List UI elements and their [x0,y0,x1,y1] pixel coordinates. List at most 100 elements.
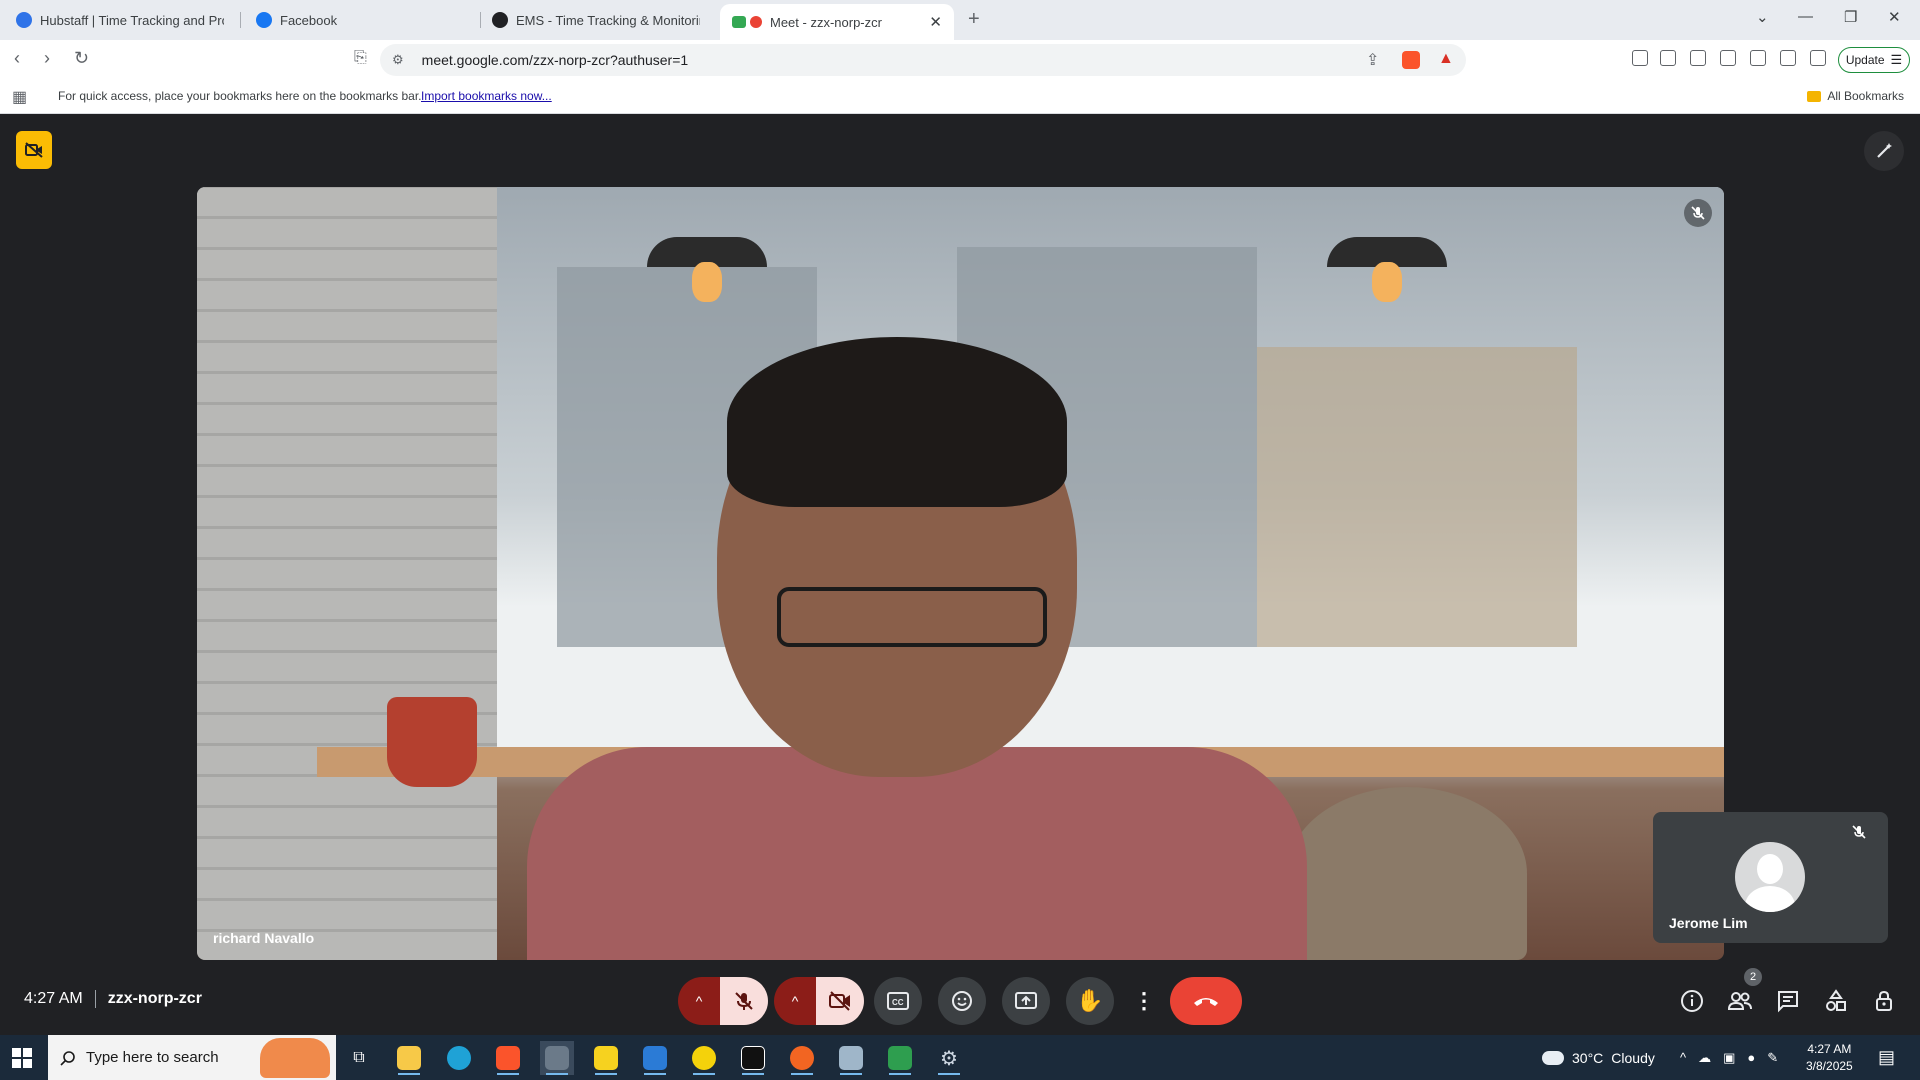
task-view-icon[interactable]: ⧉ [342,1041,376,1075]
video-mug [387,697,477,787]
menu-icon: ☰ [1890,52,1903,67]
hubstaff-app-icon[interactable] [687,1041,721,1075]
tab-hubstaff[interactable]: Hubstaff | Time Tracking and Produ [4,0,236,40]
folder-icon [1807,90,1822,102]
new-tab-button[interactable]: + [968,8,980,31]
show-hidden-icons[interactable]: ^ [1680,1050,1686,1065]
meeting-info-icon[interactable] [1678,987,1706,1015]
weather-temp: 30°C [1572,1049,1604,1066]
close-window-button[interactable]: ✕ [1888,8,1901,26]
weather-desc: Cloudy [1611,1049,1655,1066]
minimize-button[interactable]: — [1798,8,1813,25]
meet-icon [732,16,746,28]
notifications-icon[interactable]: ▤ [1878,1035,1895,1080]
update-label: Update [1845,53,1885,67]
activities-icon[interactable] [1822,987,1850,1015]
bookmark-icon[interactable]: ⎘ [354,49,367,67]
camera-off-badge-icon [25,142,43,158]
wallet-icon[interactable] [1750,50,1766,66]
share-icon[interactable]: ⇪ [1366,50,1379,70]
meeting-time: 4:27 AM [24,990,83,1007]
windows-start-icon[interactable] [12,1048,32,1068]
tab-meet[interactable]: Meet - zzx-norp-zcr ✕ [720,4,954,40]
tab-divider [240,12,241,28]
reactions-button[interactable] [938,977,986,1025]
vscode-icon[interactable] [638,1041,672,1075]
apps-grid-icon[interactable]: ▦ [12,87,27,107]
pen-icon[interactable]: ✎ [1767,1050,1778,1066]
taskbar-search-box[interactable]: Type here to search [48,1035,336,1080]
video-person-body [527,747,1307,960]
raise-hand-button[interactable]: ✋ [1066,977,1114,1025]
address-bar[interactable]: ⚙ meet.google.com/zzx-norp-zcr?authuser=… [380,44,1466,76]
tab-label: EMS - Time Tracking & Monitoring [516,12,700,28]
bookmarks-message: For quick access, place your bookmarks h… [58,89,422,103]
brave-alt-icon[interactable] [785,1041,819,1075]
video-options-button[interactable]: ^ [774,977,816,1025]
video-person-hair [727,337,1067,507]
sidebar-icon[interactable] [1720,50,1736,66]
recording-badge[interactable] [16,131,52,169]
pen-sparkle-icon [1877,143,1892,158]
more-options-button[interactable]: ⋮ [1130,977,1158,1025]
close-tab-icon[interactable]: ✕ [929,13,942,31]
brave-rewards-icon[interactable]: ▲ [1438,50,1454,68]
extension-icon[interactable] [1632,50,1648,66]
tab-facebook[interactable]: Facebook [244,0,476,40]
back-button[interactable]: ‹ [14,48,20,69]
onedrive-icon[interactable]: ☁ [1698,1050,1711,1066]
settings-gear-icon[interactable]: ⚙ [932,1041,966,1075]
edge-icon[interactable] [442,1041,476,1075]
file-explorer-icon[interactable] [392,1041,426,1075]
annotate-button[interactable] [1864,131,1904,171]
clock[interactable]: 4:27 AM 3/8/2025 [1806,1041,1853,1075]
participant-count-badge: 2 [1744,968,1762,986]
present-icon [1015,992,1037,1009]
people-icon[interactable] [1726,987,1754,1015]
all-bookmarks-button[interactable]: All Bookmarks [1807,89,1904,103]
audio-options-button[interactable]: ^ [678,977,720,1025]
host-controls-icon[interactable] [1870,987,1898,1015]
main-video-tile[interactable] [197,187,1724,960]
video-lamp [647,187,767,302]
brave-icon[interactable] [491,1041,525,1075]
brave-shields-icon[interactable] [1402,51,1420,69]
participant-tile[interactable]: Jerome Lim [1653,812,1888,943]
meeting-details: 4:27 AM zzx-norp-zcr [24,990,202,1008]
tab-ems[interactable]: EMS - Time Tracking & Monitoring [480,0,712,40]
tab-label: Hubstaff | Time Tracking and Produ [40,12,224,28]
mic-toggle-button[interactable] [720,977,768,1025]
reload-button[interactable]: ↻ [74,48,89,69]
translate-icon[interactable] [1660,50,1676,66]
leo-ai-icon[interactable] [1780,50,1796,66]
microphone-icon[interactable]: ● [1747,1050,1755,1065]
tab-search-icon[interactable]: ⌄ [1756,8,1769,26]
site-info-icon[interactable]: ⚙ [392,52,404,68]
present-screen-button[interactable] [1002,977,1050,1025]
update-button[interactable]: Update ☰ [1838,47,1910,73]
mic-off-icon [735,992,753,1010]
restore-button[interactable]: ❐ [1844,8,1857,26]
captions-icon: CC [887,992,909,1010]
camera-toggle-button[interactable] [816,977,864,1025]
sticky-notes-icon[interactable] [589,1041,623,1075]
captions-button[interactable]: CC [874,977,922,1025]
vpn-icon[interactable] [1810,50,1826,66]
video-person-glasses [777,587,1047,647]
chat-icon[interactable] [1774,987,1802,1015]
forward-button[interactable]: › [44,48,50,69]
spreadsheet-icon[interactable] [883,1041,917,1075]
leave-call-button[interactable] [1170,977,1242,1025]
video-sack [1287,787,1527,960]
extensions-puzzle-icon[interactable] [1690,50,1706,66]
meet-present-icon[interactable]: ▣ [1723,1050,1735,1066]
main-participant-muted-icon [1684,199,1712,227]
camera-off-icon [829,991,850,1011]
more-vertical-icon: ⋮ [1133,988,1155,1013]
search-placeholder: Type here to search [86,1049,219,1066]
capcut-icon[interactable] [736,1041,770,1075]
remote-desktop-icon[interactable] [834,1041,868,1075]
taskbar-app-active[interactable] [540,1041,574,1075]
import-bookmarks-link[interactable]: Import bookmarks now... [421,89,552,103]
weather-widget[interactable]: 30°C Cloudy [1542,1035,1655,1080]
